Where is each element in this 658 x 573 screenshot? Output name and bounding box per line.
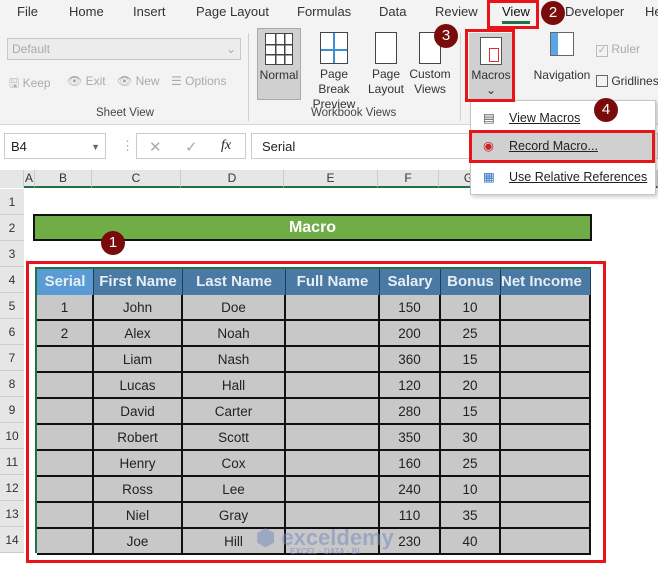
row-header-12[interactable]: 12 <box>0 475 24 501</box>
gridlines-checkbox[interactable]: Gridlines <box>596 74 658 88</box>
grid-icon <box>265 33 293 65</box>
row-header-6[interactable]: 6 <box>0 319 24 345</box>
enter-check-icon[interactable]: ✓ <box>185 138 198 156</box>
checkbox-checked-icon: ✓ <box>596 45 608 57</box>
checkbox-icon <box>596 75 608 87</box>
formula-value: Serial <box>262 139 296 154</box>
tab-developer[interactable]: Developer <box>565 4 624 19</box>
page-layout-icon <box>375 32 397 64</box>
column-header-b[interactable]: B <box>35 170 92 188</box>
tab-data[interactable]: Data <box>379 4 406 19</box>
row-header-9[interactable]: 9 <box>0 397 24 423</box>
keep-button[interactable]: 🖫 Keep <box>9 74 51 95</box>
view-macros-label: View Macros <box>509 111 581 125</box>
row-header-1[interactable]: 1 <box>0 189 24 215</box>
chevron-down-icon: ⌄ <box>225 42 236 56</box>
page-layout-button[interactable]: Page Layout <box>367 32 405 97</box>
row-header-14[interactable]: 14 <box>0 527 24 553</box>
column-header-c[interactable]: C <box>92 170 181 188</box>
tab-page-layout[interactable]: Page Layout <box>196 4 269 19</box>
gridlines-label: Gridlines <box>611 74 658 88</box>
row-header-13[interactable]: 13 <box>0 501 24 527</box>
row-header-3[interactable]: 3 <box>0 241 24 267</box>
more-icon: ⋮ <box>121 138 134 153</box>
name-box[interactable]: B4 ▼ <box>4 133 106 159</box>
row-header-5[interactable]: 5 <box>0 293 24 319</box>
menu-item-use-relative-references[interactable]: ▦ Use Relative References <box>471 163 655 191</box>
relative-references-label: Use Relative References <box>509 170 648 184</box>
callout-badge-3: 3 <box>434 24 458 48</box>
sheet-view-dropdown[interactable]: Default ⌄ <box>7 38 241 60</box>
name-box-value: B4 <box>11 139 27 154</box>
eye-icon: 👁 <box>67 74 83 88</box>
page-break-icon <box>320 32 348 64</box>
callout-badge-4: 4 <box>594 98 618 122</box>
highlight-box-macros <box>465 29 515 102</box>
column-header-d[interactable]: D <box>181 170 284 188</box>
ruler-checkbox[interactable]: ✓ Ruler <box>596 42 640 57</box>
relative-references-icon: ▦ <box>483 170 495 184</box>
custom-views-label-2: Views <box>414 82 446 96</box>
row-header-8[interactable]: 8 <box>0 371 24 397</box>
highlight-box-view-tab <box>487 0 539 29</box>
normal-view-button[interactable]: Normal <box>257 28 301 100</box>
options-button[interactable]: ☰ Options <box>171 74 226 88</box>
menu-item-view-macros[interactable]: ▤ View Macros <box>471 104 655 132</box>
navigation-button[interactable]: Navigation <box>530 32 594 83</box>
cancel-icon[interactable]: ✕ <box>149 138 162 156</box>
save-icon: 🖫 <box>9 76 20 90</box>
insert-function-icon[interactable]: fx <box>221 138 231 154</box>
exit-button[interactable]: 👁 Exit <box>67 74 106 88</box>
column-header-a[interactable]: A <box>24 170 35 188</box>
ruler-label: Ruler <box>611 42 641 56</box>
row-header-10[interactable]: 10 <box>0 423 24 449</box>
column-header-e[interactable]: E <box>284 170 378 188</box>
callout-badge-1: 1 <box>101 231 125 255</box>
exit-label: Exit <box>85 74 106 88</box>
row-header-7[interactable]: 7 <box>0 345 24 371</box>
custom-views-label-1: Custom <box>409 67 451 81</box>
highlight-box-table <box>26 261 606 563</box>
row-header-4[interactable]: 4 <box>0 267 24 293</box>
tab-help[interactable]: He <box>645 4 658 19</box>
column-header-f[interactable]: F <box>378 170 439 188</box>
sheet-view-value: Default <box>12 42 51 56</box>
tab-insert[interactable]: Insert <box>133 4 166 19</box>
new-button[interactable]: 👁 New <box>117 74 160 88</box>
navigation-label: Navigation <box>533 68 591 82</box>
separator <box>248 33 249 121</box>
highlight-box-record-macro <box>469 130 655 163</box>
select-all-corner[interactable] <box>0 170 24 188</box>
tab-file[interactable]: File <box>17 4 38 19</box>
group-label-workbook-views: Workbook Views <box>311 107 397 119</box>
callout-badge-2: 2 <box>541 1 565 25</box>
view-macros-icon: ▤ <box>483 111 495 125</box>
tab-review[interactable]: Review <box>435 4 478 19</box>
separator <box>460 33 461 121</box>
page-break-preview-button[interactable]: Page Break Preview <box>303 32 365 112</box>
page-layout-label-2: Layout <box>367 82 405 96</box>
page-layout-label-1: Page <box>371 67 401 81</box>
group-label-sheet-view: Sheet View <box>96 107 154 119</box>
tab-home[interactable]: Home <box>69 4 104 19</box>
list-icon: ☰ <box>171 74 182 88</box>
eye-plus-icon: 👁 <box>117 74 133 88</box>
new-label: New <box>135 74 160 88</box>
navigation-icon <box>550 32 574 56</box>
normal-label: Normal <box>259 68 299 82</box>
tab-formulas[interactable]: Formulas <box>297 4 351 19</box>
row-header-11[interactable]: 11 <box>0 449 24 475</box>
options-label: Options <box>185 74 227 88</box>
dropdown-arrow-icon: ▼ <box>91 142 100 152</box>
keep-label: Keep <box>22 76 51 90</box>
row-header-2[interactable]: 2 <box>0 215 24 241</box>
page-break-label-1: Page Break <box>318 67 350 96</box>
formula-controls: ✕ ✓ fx <box>136 133 246 159</box>
